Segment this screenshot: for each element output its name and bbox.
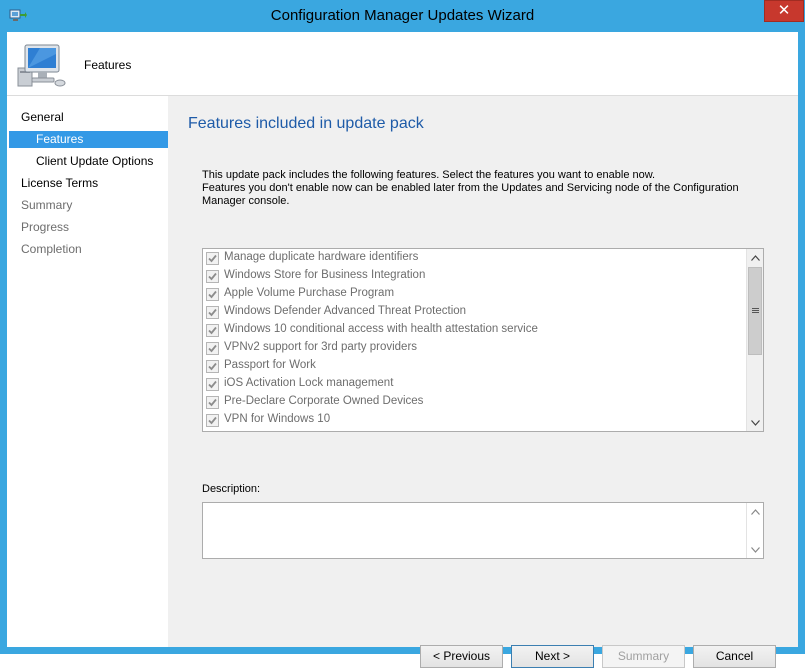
feature-item[interactable]: Windows Store for Business Integration: [206, 268, 741, 286]
feature-checkbox[interactable]: [206, 378, 219, 391]
sidebar-item-summary: Summary: [21, 198, 73, 212]
feature-label: Windows 10 conditional access with healt…: [224, 323, 538, 335]
intro-line-1: This update pack includes the following …: [202, 169, 656, 181]
wizard-client-area: Features General Features Client Update …: [7, 32, 798, 668]
scroll-up-arrow-icon[interactable]: [747, 249, 763, 266]
feature-item[interactable]: Windows Defender Advanced Threat Protect…: [206, 304, 741, 322]
wizard-window: Configuration Manager Updates Wizard ✕ F…: [0, 0, 805, 668]
feature-label: Windows Store for Business Integration: [224, 269, 426, 281]
feature-label: VPNv2 support for 3rd party providers: [224, 341, 418, 353]
feature-label: VPN for Windows 10: [224, 413, 331, 425]
feature-checkbox[interactable]: [206, 306, 219, 319]
feature-checkbox[interactable]: [206, 324, 219, 337]
close-icon: ✕: [777, 2, 791, 19]
description-label: Description:: [202, 483, 261, 495]
previous-button[interactable]: < Previous: [420, 645, 503, 668]
page-title: Features included in update pack: [188, 115, 424, 132]
feature-label: iOS Activation Lock management: [224, 377, 394, 389]
feature-checkbox[interactable]: [206, 252, 219, 265]
feature-checkbox[interactable]: [206, 414, 219, 427]
feature-item[interactable]: Windows 10 conditional access with healt…: [206, 322, 741, 340]
feature-item[interactable]: Apple Volume Purchase Program: [206, 286, 741, 304]
intro-line-2: Features you don't enable now can be ena…: [202, 182, 739, 207]
feature-checkbox[interactable]: [206, 342, 219, 355]
feature-label: Pre-Declare Corporate Owned Devices: [224, 395, 424, 407]
feature-item[interactable]: VPNv2 support for 3rd party providers: [206, 340, 741, 358]
feature-checklist[interactable]: Manage duplicate hardware identifiers Wi…: [202, 248, 764, 432]
wizard-main-panel: Features included in update pack This up…: [168, 96, 798, 668]
sidebar-item-client-update-options[interactable]: Client Update Options: [36, 153, 153, 170]
feature-item[interactable]: VPN for Windows 10: [206, 412, 741, 430]
feature-list-scrollbar[interactable]: [746, 249, 763, 431]
intro-text: This update pack includes the following …: [202, 169, 762, 208]
feature-label: Manage duplicate hardware identifiers: [224, 251, 419, 263]
cancel-button[interactable]: Cancel: [693, 645, 776, 668]
feature-checkbox[interactable]: [206, 396, 219, 409]
sidebar-item-completion: Completion: [21, 242, 82, 256]
feature-checkbox[interactable]: [206, 270, 219, 283]
feature-item[interactable]: Passport for Work: [206, 358, 741, 376]
description-box[interactable]: [202, 502, 764, 559]
window-title: Configuration Manager Updates Wizard: [270, 7, 535, 24]
sidebar-item-general[interactable]: General: [21, 109, 64, 126]
title-bar[interactable]: Configuration Manager Updates Wizard ✕: [0, 0, 805, 32]
feature-item[interactable]: Manage duplicate hardware identifiers: [206, 250, 741, 268]
feature-item[interactable]: iOS Activation Lock management: [206, 376, 741, 394]
feature-label: Passport for Work: [224, 359, 316, 371]
header-title: Features: [84, 58, 132, 72]
scroll-down-arrow-icon[interactable]: [747, 541, 763, 558]
wizard-steps-sidebar: General Features Client Update Options L…: [7, 96, 168, 647]
feature-item[interactable]: Pre-Declare Corporate Owned Devices: [206, 394, 741, 412]
feature-label: Apple Volume Purchase Program: [224, 287, 395, 299]
feature-checkbox[interactable]: [206, 288, 219, 301]
scroll-thumb[interactable]: [748, 267, 762, 355]
computer-icon: [16, 42, 68, 88]
sidebar-item-license-terms[interactable]: License Terms: [21, 175, 98, 192]
sidebar-item-features[interactable]: Features: [9, 131, 168, 148]
next-button[interactable]: Next >: [511, 645, 594, 668]
summary-button: Summary: [602, 645, 685, 668]
scroll-up-arrow-icon[interactable]: [747, 503, 763, 520]
feature-checkbox[interactable]: [206, 360, 219, 373]
sidebar-item-progress: Progress: [21, 220, 70, 234]
description-scrollbar[interactable]: [746, 503, 763, 558]
wizard-header: Features: [7, 32, 798, 96]
feature-label: Windows Defender Advanced Threat Protect…: [224, 305, 467, 317]
close-button[interactable]: ✕: [764, 0, 804, 22]
scroll-down-arrow-icon[interactable]: [747, 414, 763, 431]
